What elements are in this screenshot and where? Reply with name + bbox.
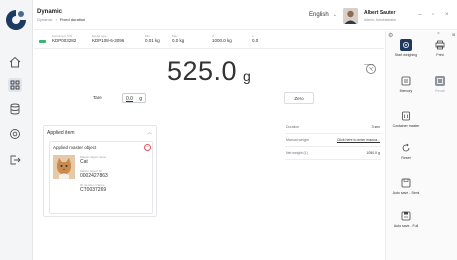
master-object-title: Applied master object [53, 145, 97, 150]
print-icon [435, 40, 445, 50]
field-value: 0002427863 [80, 173, 108, 179]
action-label: Reset [401, 156, 411, 160]
device-field-value: KDP003282 [52, 38, 77, 43]
weight-readout: 525.0 [167, 56, 238, 86]
device-field-value: 0.0 [252, 38, 259, 43]
weighing-icon [400, 39, 412, 51]
device-field: Model type KDP108-6-3096 [92, 34, 124, 44]
language-label: English [309, 12, 329, 18]
database-icon[interactable] [8, 102, 22, 116]
page-title: Dynamic [37, 9, 63, 15]
minimize-icon[interactable]: – [418, 12, 421, 18]
tare-value: 0.0 [126, 96, 133, 102]
device-field-value: KDP108-6-3096 [92, 38, 125, 43]
field-value: Cat [80, 159, 88, 165]
home-icon[interactable] [8, 55, 22, 69]
logout-icon[interactable] [8, 153, 22, 167]
breadcrumb-item[interactable]: Dynamic [37, 17, 53, 22]
applied-item-panel: Applied item ︿ Applied master object − M… [43, 125, 157, 217]
device-info-bar: Instrument S/N KDP003282 Model type KDP1… [34, 31, 384, 74]
stability-indicator-icon: ⏤⏤ [364, 62, 374, 68]
info-label: Net weight (1) [286, 151, 308, 155]
close-icon[interactable]: × [445, 12, 449, 18]
user-name: Albert Sauter [364, 10, 396, 16]
tare-unit: g [139, 96, 142, 102]
avatar[interactable] [343, 8, 358, 24]
device-field: Max 0.0 kg [172, 34, 184, 44]
remove-icon[interactable]: − [144, 144, 151, 151]
user-role: Admin, Administrator [364, 18, 397, 22]
breadcrumb: Dynamic › Fixed duration [37, 17, 86, 22]
action-label: Recall [435, 89, 445, 93]
nav-rail [0, 0, 33, 260]
master-object-image [53, 155, 75, 179]
memory-icon [401, 76, 411, 86]
print-button[interactable]: Print [423, 39, 457, 58]
action-label: Start weighing [394, 53, 418, 57]
device-field-value: 0.0 kg [172, 38, 185, 43]
auto-save-full-button[interactable]: Auto save - Full [389, 210, 423, 229]
device-field-value: 1000.0 kg [212, 38, 232, 43]
top-header: Dynamic Dynamic › Fixed duration English ⌄ … [34, 0, 457, 30]
applied-item-title: Applied item [47, 130, 75, 136]
tare-button[interactable]: Tare [93, 95, 113, 100]
panel-toggle-icon[interactable]: ⊠ [452, 32, 455, 37]
container-master-button[interactable]: Container master [389, 110, 423, 129]
chevron-down-icon: ⌄ [332, 12, 337, 18]
action-label: Print [436, 53, 444, 57]
chevron-up-icon[interactable]: ︿ [147, 129, 152, 136]
settings-icon[interactable] [8, 127, 22, 141]
app-logo-icon[interactable] [5, 9, 27, 31]
apps-grid-icon[interactable] [8, 78, 22, 92]
weight-unit: g [243, 68, 251, 84]
action-label: Memory [399, 89, 413, 93]
action-label: Auto save - Full [393, 224, 419, 228]
info-value: 3 sec [371, 125, 380, 129]
info-label: Manual weight [286, 138, 309, 142]
info-value: 1050.0 g [366, 151, 380, 155]
auto-save-semi-icon [401, 178, 411, 188]
maximize-icon[interactable]: ▫ [432, 12, 434, 18]
manual-weight-link[interactable]: Click here to enter manua... [337, 138, 380, 142]
auto-save-semi-button[interactable]: Auto save - Semi [389, 177, 423, 196]
recall-button[interactable]: Recall [423, 75, 457, 94]
info-row-manual-weight: Manual weight Click here to enter manua.… [285, 135, 381, 147]
device-field: Min 0.01 kg [145, 34, 160, 44]
zero-button[interactable]: Zero [284, 92, 314, 104]
action-label: Auto save - Semi [392, 191, 420, 195]
close-panel-icon[interactable]: × [437, 31, 440, 37]
device-status-indicator [39, 40, 46, 43]
recall-icon [435, 76, 445, 86]
start-weighing-button[interactable]: Start weighing [389, 39, 423, 58]
reset-icon [402, 143, 410, 152]
device-field: Instrument S/N KDP003282 [52, 34, 76, 44]
auto-save-full-icon [401, 211, 411, 221]
info-row-duration: Duration 3 sec [285, 122, 381, 134]
memory-button[interactable]: Memory [389, 75, 423, 94]
info-row-net-weight: Net weight (1) 1050.0 g [285, 148, 381, 160]
language-select[interactable]: English ⌄ [309, 12, 337, 18]
gear-icon[interactable]: ⚙ [388, 32, 393, 39]
action-label: Container master [392, 124, 420, 128]
field-value: CT0037269 [80, 187, 107, 193]
reset-button[interactable]: Reset [389, 142, 423, 161]
info-label: Duration [286, 125, 300, 129]
tare-input[interactable]: 0.0 g [122, 93, 146, 103]
device-field: d 1000.0 kg [212, 34, 232, 44]
container-icon [402, 111, 410, 121]
device-field-value: 0.01 kg [145, 38, 160, 43]
breadcrumb-item-current: Fixed duration [59, 17, 86, 22]
device-field: e 0.0 [252, 34, 258, 44]
master-object-card: Applied master object − Master object na… [49, 141, 153, 214]
